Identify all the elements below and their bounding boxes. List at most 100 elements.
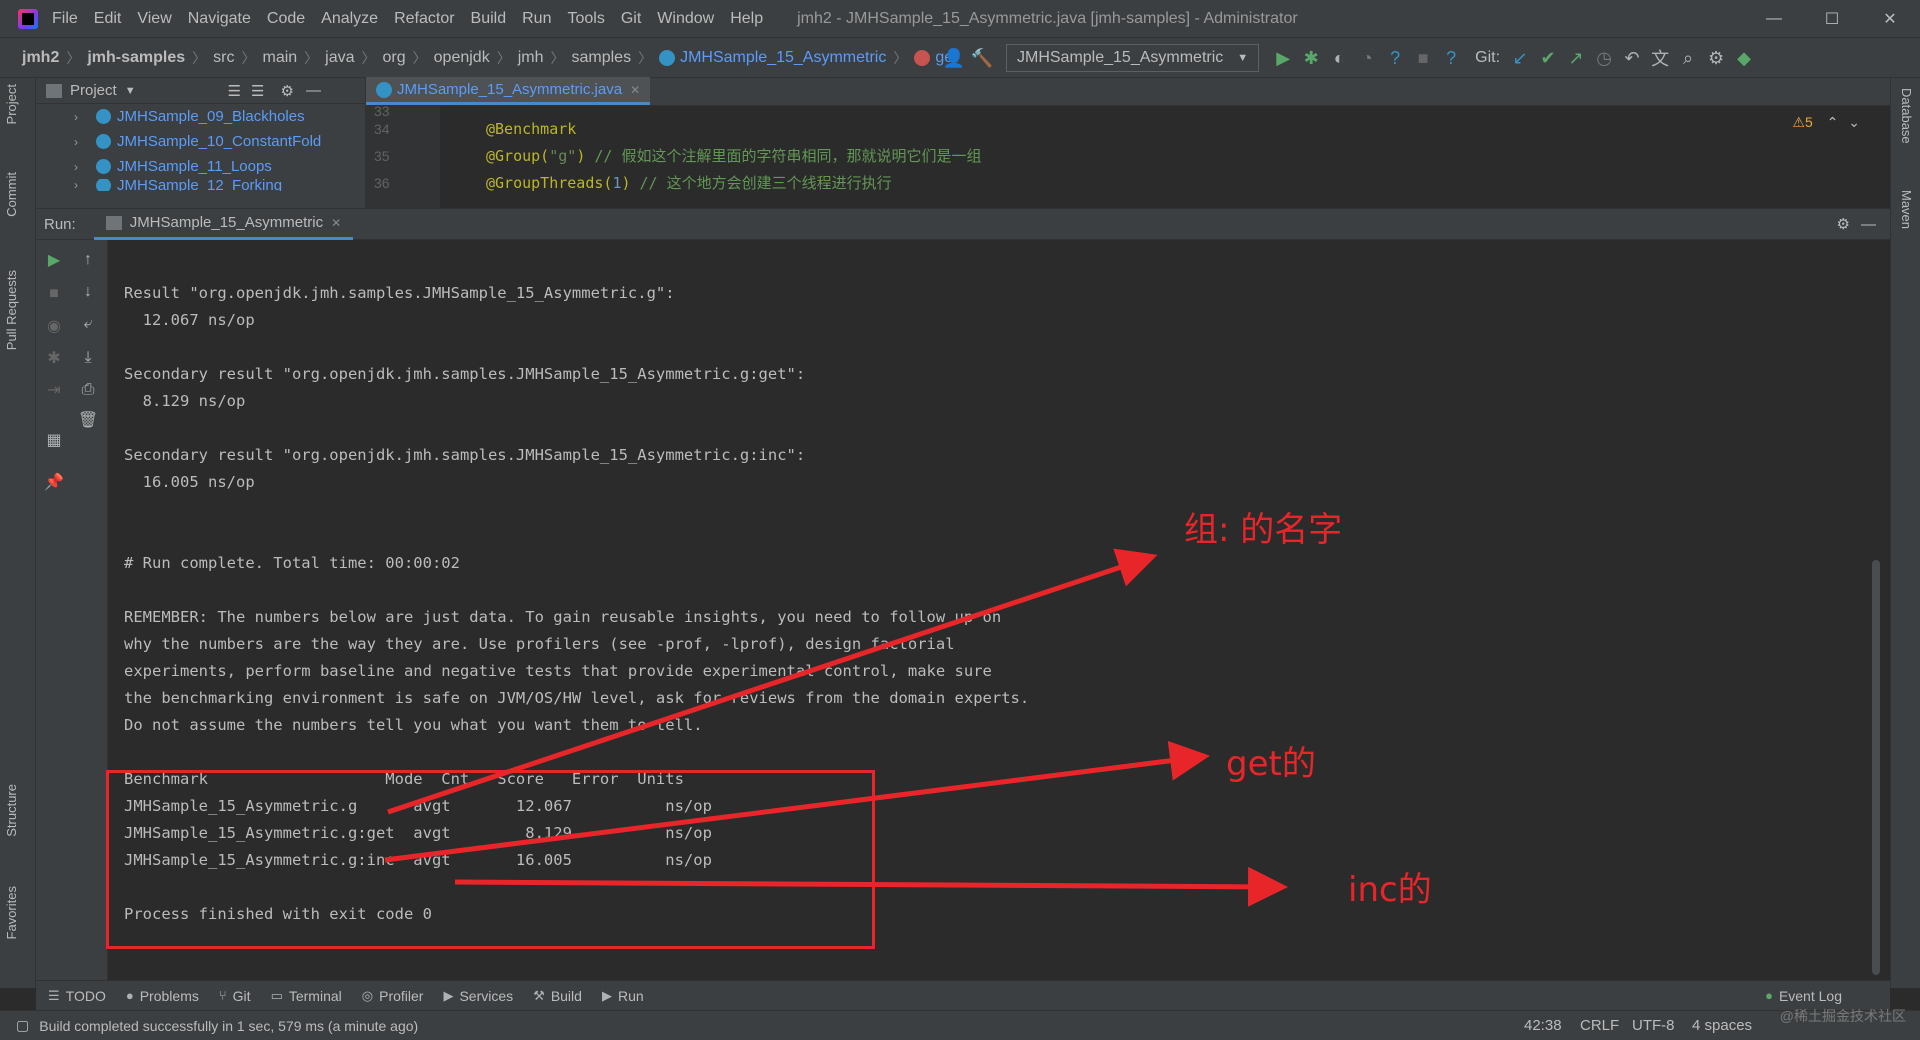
chevron-right-icon[interactable]: › [74,160,78,174]
tree-item[interactable]: › JMHSample_10_ConstantFold [36,129,365,154]
editor-tab-active[interactable]: JMHSample_15_Asymmetric.java ✕ [366,77,651,105]
run-configuration-select[interactable]: JMHSample_15_Asymmetric ▼ [1006,44,1260,72]
menu-tools[interactable]: Tools [567,10,604,28]
layout-icon[interactable]: ▦ [40,426,68,454]
line-separator[interactable]: CRLF [1580,1011,1619,1040]
hide-panel-icon[interactable]: — [306,82,321,99]
stop-icon[interactable]: ■ [40,280,68,308]
commit-tool-tab[interactable]: Commit [4,172,19,217]
tree-item[interactable]: › JMHSample_11_Loops [36,154,365,179]
coverage-icon[interactable]: ◐ [1325,44,1353,72]
git-tool-button[interactable]: ⑂ Git [219,988,251,1004]
chevron-right-icon[interactable]: › [74,179,78,191]
indent-setting[interactable]: 4 spaces [1692,1011,1752,1040]
chevron-right-icon[interactable]: › [74,135,78,149]
caret-position[interactable]: 42:38 [1524,1011,1562,1040]
debug-bug-icon[interactable]: ✱ [40,344,68,372]
menu-edit[interactable]: Edit [94,10,122,28]
gear-icon[interactable]: ⚙ [1702,44,1730,72]
todo-tool-button[interactable]: ☰ TODO [48,988,106,1004]
breadcrumb-item[interactable]: jmh [518,49,544,67]
file-encoding[interactable]: UTF-8 [1632,1011,1675,1040]
breadcrumb-item[interactable]: jmh2 [22,49,59,67]
translate-icon[interactable]: 文 [1646,44,1674,72]
project-panel-title[interactable]: Project [70,82,117,99]
scroll-to-end-icon[interactable]: ⤓ [74,344,102,372]
chevron-right-icon[interactable]: › [74,110,78,124]
terminal-tool-button[interactable]: ▭ Terminal [271,988,342,1004]
breadcrumb-item[interactable]: java [325,49,354,67]
soft-wrap-icon[interactable]: ⤶ [74,310,102,338]
favorites-tool-tab[interactable]: Favorites [4,886,19,939]
hide-panel-icon[interactable]: — [1861,216,1876,233]
git-update-icon[interactable]: ↙ [1506,44,1534,72]
menu-run[interactable]: Run [522,10,551,28]
stop-icon[interactable]: ■ [1409,44,1437,72]
exit-icon[interactable]: ⇥ [40,376,68,404]
project-tool-tab[interactable]: Project [4,84,19,124]
search-icon[interactable]: ⌕ [1674,44,1702,72]
scroll-up-icon[interactable]: ↑ [74,246,102,274]
user-icon[interactable]: 👤 [940,44,968,72]
run-tab[interactable]: JMHSample_15_Asymmetric ✕ [93,208,354,240]
event-log-button[interactable]: ● Event Log [1765,988,1842,1004]
services-tool-button[interactable]: ▶ Services [443,988,513,1004]
debug-icon[interactable]: ✱ [1297,44,1325,72]
maven-tool-tab[interactable]: Maven [1899,190,1914,229]
pin-icon[interactable]: 📌 [40,468,68,496]
breadcrumb-class[interactable]: JMHSample_15_Asymmetric [680,49,886,67]
run-icon[interactable]: ▶ [1269,44,1297,72]
menu-help[interactable]: Help [730,10,763,28]
menu-file[interactable]: File [52,10,78,28]
build-hammer-icon[interactable]: 🔨 [968,44,996,72]
menu-navigate[interactable]: Navigate [188,10,251,28]
breadcrumb-item[interactable]: src [213,49,234,67]
history-icon[interactable]: ◷ [1590,44,1618,72]
breadcrumb-item[interactable]: main [262,49,297,67]
rerun-icon[interactable]: ▶ [40,246,68,274]
menu-window[interactable]: Window [657,10,714,28]
git-commit-icon[interactable]: ✔ [1534,44,1562,72]
menu-code[interactable]: Code [267,10,305,28]
menu-view[interactable]: View [137,10,171,28]
tree-item[interactable]: › JMHSample_09_Blackholes [36,104,365,129]
maximize-button[interactable]: ☐ [1803,0,1861,38]
chevron-up-icon[interactable]: ⌃ [1827,114,1839,130]
gear-icon[interactable]: ⚙ [280,82,293,100]
database-tool-tab[interactable]: Database [1899,88,1914,144]
trash-icon[interactable]: 🗑 [74,406,102,434]
scroll-down-icon[interactable]: ↓ [74,278,102,306]
structure-tool-tab[interactable]: Structure [4,784,19,837]
minimize-button[interactable]: — [1745,0,1803,38]
close-icon[interactable]: ✕ [331,216,341,230]
breadcrumb-item[interactable]: samples [571,49,631,67]
run-tool-button[interactable]: ▶ Run [602,988,644,1004]
breadcrumb-item[interactable]: openjdk [434,49,490,67]
tree-item[interactable]: › JMHSample_12_Forking [36,179,365,191]
plugin-icon[interactable]: ◆ [1730,44,1758,72]
chevron-down-icon[interactable]: ▼ [125,85,136,97]
build-tool-button[interactable]: ⚒ Build [533,988,582,1004]
code-area[interactable]: @Benchmark @Group("g") // 假如这个注解里面的字符串相同… [486,106,981,197]
menu-git[interactable]: Git [621,10,641,28]
chevron-down-icon[interactable]: ⌄ [1848,114,1860,130]
menu-build[interactable]: Build [471,10,507,28]
camera-icon[interactable]: ◉ [40,312,68,340]
search-help-icon[interactable]: ? [1437,44,1465,72]
problems-tool-button[interactable]: ● Problems [126,988,199,1004]
warning-indicator[interactable]: ⚠5 ⌃ ⌄ [1792,114,1860,131]
expand-all-icon[interactable]: ☰ [228,82,241,100]
breadcrumb-item[interactable]: org [383,49,406,67]
menu-analyze[interactable]: Analyze [321,10,378,28]
console-scrollbar[interactable] [1872,560,1880,975]
profiler-tool-button[interactable]: ◎ Profiler [362,988,424,1004]
gear-icon[interactable]: ⚙ [1837,215,1850,233]
menu-refactor[interactable]: Refactor [394,10,454,28]
pull-requests-tool-tab[interactable]: Pull Requests [4,270,19,350]
breadcrumb-item[interactable]: jmh-samples [87,49,185,67]
status-toggle-icon[interactable]: ▢ [16,1017,29,1034]
collapse-all-icon[interactable]: ☰ [251,82,264,100]
print-icon[interactable]: ⎙ [74,376,102,404]
close-icon[interactable]: ✕ [630,83,640,97]
help-icon[interactable]: ? [1381,44,1409,72]
